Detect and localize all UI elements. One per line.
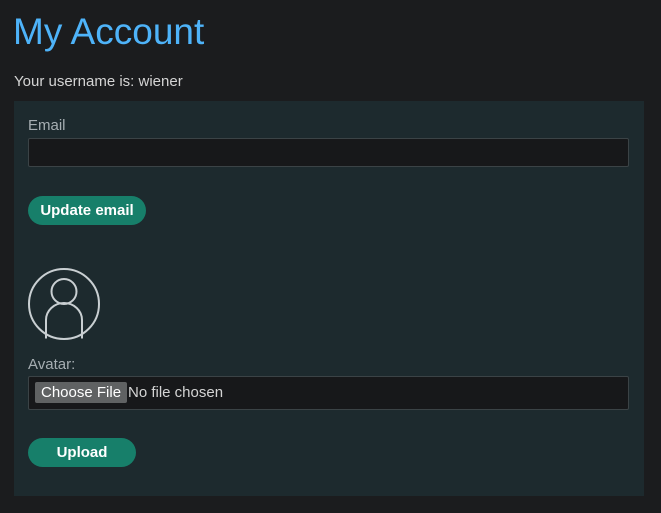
page-title: My Account xyxy=(13,11,205,52)
avatar-file-input[interactable]: Choose File No file chosen xyxy=(28,376,629,410)
avatar-icon xyxy=(28,268,100,340)
email-label: Email xyxy=(28,117,66,134)
account-panel: Email Update email Avatar: Choose File N… xyxy=(14,101,644,496)
file-status-text: No file chosen xyxy=(128,384,224,401)
update-email-button[interactable]: Update email xyxy=(28,196,146,225)
choose-file-button[interactable]: Choose File xyxy=(35,382,128,403)
email-field[interactable] xyxy=(28,138,629,167)
avatar-label: Avatar: xyxy=(28,356,76,373)
upload-button[interactable]: Upload xyxy=(28,438,136,467)
username-text: Your username is: wiener xyxy=(14,73,183,90)
